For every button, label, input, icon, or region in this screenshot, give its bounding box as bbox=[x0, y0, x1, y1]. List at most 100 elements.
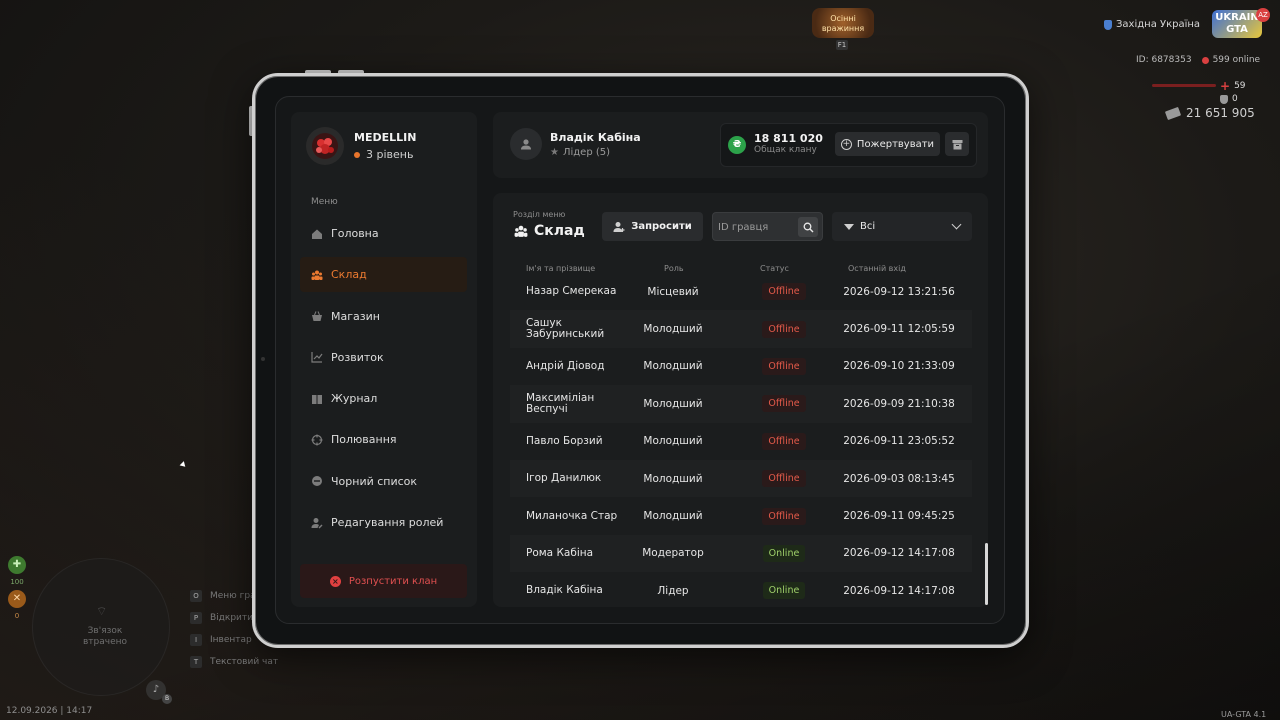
member-last-login: 2026-09-11 12:05:59 bbox=[843, 323, 955, 336]
member-role: Модератор bbox=[642, 547, 704, 560]
status-icons: ✚ 100 ✕ 0 bbox=[8, 556, 26, 620]
sidebar-item-warehouse[interactable]: Склад bbox=[300, 257, 467, 293]
table-scrollbar[interactable] bbox=[985, 543, 988, 605]
member-status: Offline bbox=[744, 348, 824, 385]
clan-header: MEDELLIN 3 рівень bbox=[306, 127, 416, 165]
table-row[interactable]: Владік Кабіна Лідер Online 2026-09-12 14:17… bbox=[510, 572, 972, 607]
sidebar-item-development[interactable]: Розвиток bbox=[300, 340, 467, 375]
shield-icon bbox=[1104, 19, 1112, 30]
player-info: ID: 6878353 599 online bbox=[1136, 55, 1260, 65]
minus-circle-icon bbox=[311, 475, 323, 487]
table-row[interactable]: Ігор Данилюк Молодший Offline 2026-09-03 08… bbox=[510, 460, 972, 498]
server-label: Західна Україна bbox=[1104, 19, 1200, 30]
table-row[interactable]: Максиміліан Веспучі Молодший Offline 2026-0… bbox=[510, 385, 972, 423]
cash-icon bbox=[1164, 106, 1182, 120]
basket-icon bbox=[311, 310, 323, 322]
column-header-role: Роль bbox=[664, 264, 684, 273]
member-role: Лідер bbox=[657, 584, 689, 597]
members-table: Назар Смерекаа Місцевий Offline 2026-09-12 … bbox=[510, 276, 972, 607]
sidebar-item-journal[interactable]: Журнал bbox=[300, 381, 467, 416]
member-status: Offline bbox=[744, 460, 824, 497]
tablet-camera bbox=[261, 357, 265, 361]
sidebar-item-shop[interactable]: Магазин bbox=[300, 299, 467, 334]
filter-icon bbox=[844, 223, 854, 230]
member-last-login: 2026-09-03 08:13:45 bbox=[843, 472, 955, 485]
invite-button[interactable]: Запросити bbox=[602, 212, 703, 241]
member-name: Назар Смерекаа bbox=[526, 285, 617, 298]
status-badge: Online bbox=[762, 544, 806, 562]
table-row[interactable]: Рома Кабіна Модератор Online 2026-09-12 14:… bbox=[510, 534, 972, 573]
minimap-text: Зв'язок втрачено bbox=[82, 626, 128, 647]
clan-level: 3 рівень bbox=[354, 148, 416, 161]
member-status: Online bbox=[744, 572, 824, 607]
status-badge: Offline bbox=[762, 357, 806, 375]
member-last-login: 2026-09-11 09:45:25 bbox=[843, 510, 955, 523]
column-header-last-login: Останній вхід bbox=[848, 264, 906, 273]
hunger-value: 100 bbox=[10, 578, 24, 586]
archive-button[interactable] bbox=[945, 132, 969, 156]
member-role: Молодший bbox=[643, 435, 703, 448]
currency-icon: ₴ bbox=[728, 136, 746, 154]
member-role: Молодший bbox=[643, 360, 703, 373]
member-role: Молодший bbox=[643, 323, 703, 336]
member-status: Online bbox=[744, 535, 824, 572]
member-name: Максиміліан Веспучі bbox=[526, 391, 595, 415]
bank-amount: 18 811 020 bbox=[754, 132, 823, 145]
clan-logo-icon bbox=[312, 133, 338, 159]
member-role: Молодший bbox=[643, 397, 703, 410]
status-badge: Offline bbox=[762, 320, 806, 338]
member-status: Offline bbox=[744, 423, 824, 460]
status-badge: Online bbox=[762, 582, 806, 600]
member-name: Сашук Забуринський bbox=[526, 317, 605, 341]
game-logo: UKRAIN GTA bbox=[1212, 10, 1262, 38]
book-icon bbox=[311, 393, 323, 405]
online-count: 599 online bbox=[1201, 55, 1260, 65]
member-role: Молодший bbox=[643, 472, 703, 485]
member-name: Павло Борзий bbox=[526, 434, 603, 447]
hotkey-row: T Текстовий чат bbox=[190, 654, 297, 670]
close-circle-icon: × bbox=[329, 575, 341, 587]
role-filter-select[interactable]: Всі bbox=[832, 212, 972, 241]
thirst-icon: ✕ bbox=[8, 590, 26, 608]
member-name: Рома Кабіна bbox=[526, 546, 594, 559]
people-icon bbox=[311, 269, 323, 281]
status-badge: Offline bbox=[762, 507, 806, 525]
dissolve-clan-button[interactable]: × Розпустити клан bbox=[300, 564, 467, 598]
user-name: Владік Кабіна bbox=[550, 130, 641, 144]
sidebar-item-hunting[interactable]: Полювання bbox=[300, 422, 467, 457]
table-row[interactable]: Андрій Діовод Молодший Offline 2026-09-10 2… bbox=[510, 348, 972, 385]
sidebar-item-blacklist[interactable]: Чорний список bbox=[300, 464, 467, 499]
player-id-search-input[interactable] bbox=[718, 216, 794, 238]
chevron-down-icon bbox=[951, 219, 962, 230]
chart-icon bbox=[311, 351, 323, 363]
status-badge: Offline bbox=[762, 432, 806, 450]
user-edit-icon bbox=[311, 517, 323, 529]
status-badge: Offline bbox=[762, 470, 806, 488]
page-title: Склад bbox=[514, 223, 585, 239]
sidebar-item-edit-roles[interactable]: Редагування ролей bbox=[300, 505, 467, 540]
member-role: Молодший bbox=[643, 510, 703, 523]
section-label: Розділ меню bbox=[513, 210, 566, 219]
mic-key: B bbox=[162, 694, 172, 704]
user-role: ★ Лідер (5) bbox=[550, 146, 611, 158]
member-name: Андрій Діовод bbox=[526, 359, 605, 372]
level-dot-icon bbox=[354, 151, 360, 158]
home-icon bbox=[311, 228, 323, 240]
datetime: 12.09.2026 | 14:17 bbox=[6, 706, 93, 716]
crosshair-icon bbox=[311, 434, 323, 446]
member-last-login: 2026-09-11 23:05:52 bbox=[843, 435, 955, 448]
sidebar-item-home[interactable]: Головна bbox=[300, 216, 467, 251]
add-user-icon bbox=[613, 221, 625, 232]
column-header-status: Статус bbox=[760, 264, 789, 273]
plus-circle-icon: + bbox=[840, 138, 852, 150]
column-header-name: Ім'я та прізвище bbox=[526, 264, 596, 273]
table-row[interactable]: Назар Смерекаа Місцевий Offline 2026-09-12 … bbox=[510, 276, 972, 310]
member-name: Владік Кабіна bbox=[526, 584, 603, 597]
donate-button[interactable]: + Пожертвувати bbox=[835, 132, 940, 156]
member-status: Offline bbox=[744, 497, 824, 534]
table-row[interactable]: Миланочка Стар Молодший Offline 2026-09-11 … bbox=[510, 497, 972, 534]
search-button[interactable] bbox=[798, 217, 818, 237]
table-row[interactable]: Сашук Забуринський Молодший Offline 2026-09… bbox=[510, 310, 972, 348]
member-status: Offline bbox=[744, 276, 824, 310]
table-row[interactable]: Павло Борзий Молодший Offline 2026-09-11 23… bbox=[510, 423, 972, 460]
